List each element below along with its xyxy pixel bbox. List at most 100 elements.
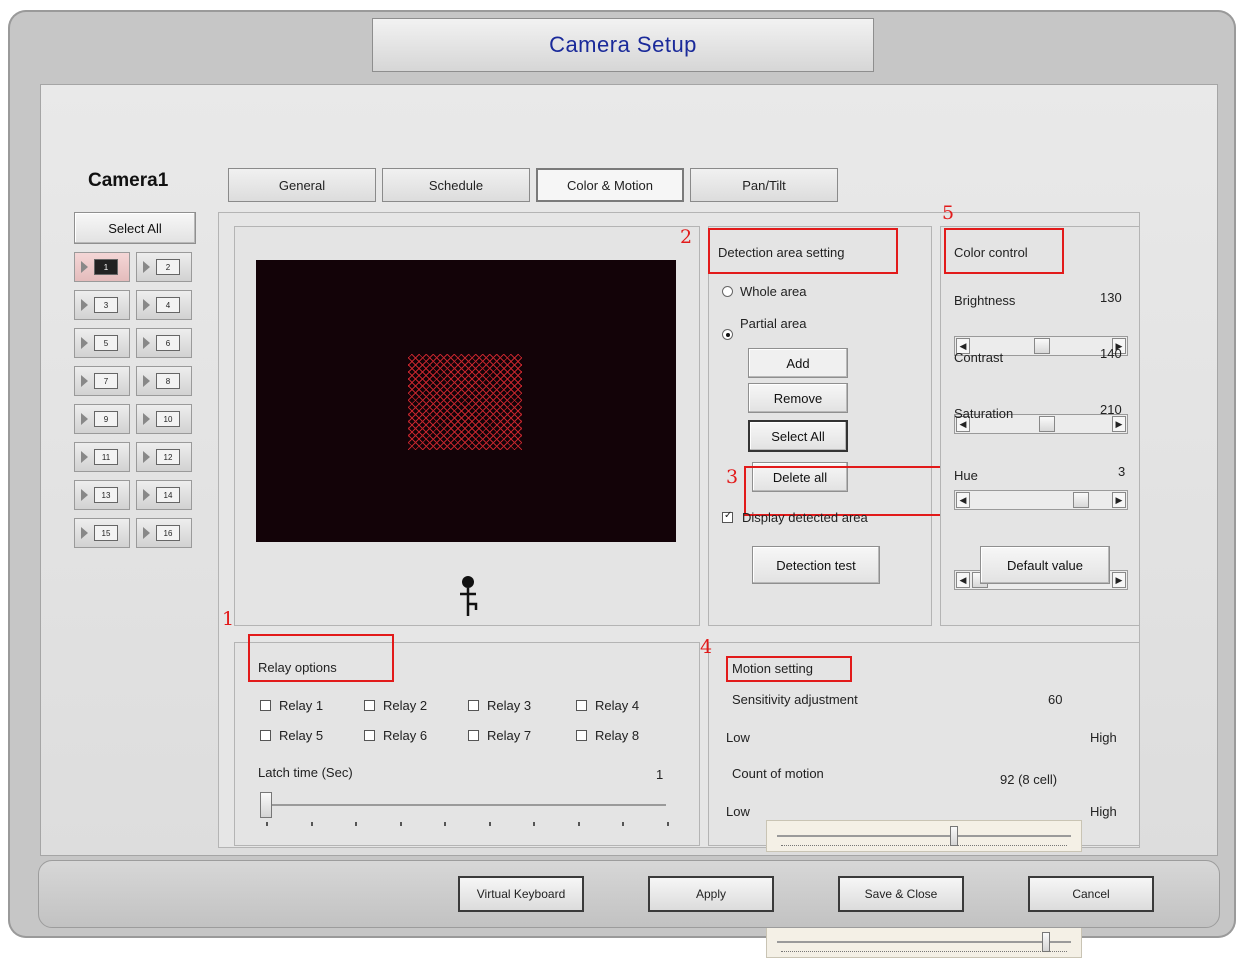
relay-checkbox[interactable] xyxy=(468,730,479,741)
camera-channel-button[interactable]: 9 xyxy=(74,404,130,434)
camera-select-all-button[interactable]: Select All xyxy=(74,212,196,244)
tab-pan-tilt[interactable]: Pan/Tilt xyxy=(690,168,838,202)
contrast-scroll-thumb[interactable] xyxy=(1039,416,1056,432)
motion-heading: Motion setting xyxy=(732,661,813,676)
camera-channel-button[interactable]: 8 xyxy=(136,366,192,396)
relay-checkbox-item[interactable]: Relay 7 xyxy=(468,728,531,743)
camera-channel-button[interactable]: 11 xyxy=(74,442,130,472)
apply-button[interactable]: Apply xyxy=(648,876,774,912)
detection-test-button[interactable]: Detection test xyxy=(752,546,880,584)
checkbox-checked-icon: ✓ xyxy=(722,509,733,523)
sensitivity-knob[interactable] xyxy=(949,826,958,846)
count-ticks xyxy=(781,951,1067,955)
brightness-label: Brightness xyxy=(954,293,1016,308)
saturation-scrollbar[interactable]: ◀ ▶ xyxy=(954,490,1128,510)
annotation-3: 3 xyxy=(726,466,739,488)
sensitivity-track xyxy=(777,835,1071,837)
camera-channel-button[interactable]: 1 xyxy=(74,252,130,282)
remove-area-button[interactable]: Remove xyxy=(748,383,848,413)
whole-area-label: Whole area xyxy=(740,284,807,299)
scroll-right-arrow-icon[interactable]: ▶ xyxy=(1112,416,1126,432)
video-preview[interactable] xyxy=(256,260,676,542)
relay-checkbox[interactable] xyxy=(364,700,375,711)
count-knob[interactable] xyxy=(1041,932,1050,952)
color-control-heading: Color control xyxy=(954,245,1028,260)
relay-checkbox-item[interactable]: Relay 3 xyxy=(468,698,531,713)
camera-channel-button[interactable]: 12 xyxy=(136,442,192,472)
saturation-scroll-thumb[interactable] xyxy=(1072,492,1089,508)
scroll-left-arrow-icon[interactable]: ◀ xyxy=(956,572,970,588)
default-value-button[interactable]: Default value xyxy=(980,546,1110,584)
scroll-right-arrow-icon[interactable]: ▶ xyxy=(1112,572,1126,588)
monitor-icon: 9 xyxy=(94,411,118,427)
save-close-button[interactable]: Save & Close xyxy=(838,876,964,912)
relay-checkbox-item[interactable]: Relay 6 xyxy=(364,728,427,743)
display-detected-checkbox[interactable]: ✓ xyxy=(722,510,736,524)
latch-time-label: Latch time (Sec) xyxy=(258,765,353,780)
relay-checkbox-item[interactable]: Relay 1 xyxy=(260,698,323,713)
cancel-button[interactable]: Cancel xyxy=(1028,876,1154,912)
camera-arrow-icon xyxy=(81,299,88,311)
sensitivity-value: 60 xyxy=(1048,692,1063,707)
camera-channel-button[interactable]: 4 xyxy=(136,290,192,320)
camera-arrow-icon xyxy=(81,337,88,349)
monitor-icon: 2 xyxy=(156,259,180,275)
virtual-keyboard-button[interactable]: Virtual Keyboard xyxy=(458,876,584,912)
monitor-icon: 6 xyxy=(156,335,180,351)
camera-channel-button[interactable]: 15 xyxy=(74,518,130,548)
annotation-4: 4 xyxy=(700,636,713,658)
latch-tick xyxy=(399,822,402,826)
relay-checkbox[interactable] xyxy=(468,700,479,711)
count-high-label: High xyxy=(1090,804,1117,819)
camera-name: Camera1 xyxy=(88,170,169,191)
scroll-left-arrow-icon[interactable]: ◀ xyxy=(956,492,970,508)
camera-channel-button[interactable]: 7 xyxy=(74,366,130,396)
add-area-button[interactable]: Add xyxy=(748,348,848,378)
tab-general[interactable]: General xyxy=(228,168,376,202)
sensitivity-slider[interactable] xyxy=(766,820,1082,852)
scroll-right-arrow-icon[interactable]: ▶ xyxy=(1112,492,1126,508)
camera-channel-button[interactable]: 16 xyxy=(136,518,192,548)
camera-arrow-icon xyxy=(81,527,88,539)
relay-checkbox-item[interactable]: Relay 5 xyxy=(260,728,323,743)
latch-ticks xyxy=(266,822,669,826)
monitor-icon: 4 xyxy=(156,297,180,313)
relay-checkbox[interactable] xyxy=(260,730,271,741)
relay-checkbox[interactable] xyxy=(576,730,587,741)
camera-arrow-icon xyxy=(143,375,150,387)
camera-channel-button[interactable]: 6 xyxy=(136,328,192,358)
camera-channel-button[interactable]: 13 xyxy=(74,480,130,510)
select-all-area-button[interactable]: Select All xyxy=(748,420,848,452)
partial-area-radio[interactable] xyxy=(722,329,733,340)
relay-checkbox-item[interactable]: Relay 2 xyxy=(364,698,427,713)
relay-checkbox-item[interactable]: Relay 8 xyxy=(576,728,639,743)
camera-arrow-icon xyxy=(143,299,150,311)
camera-channel-button[interactable]: 14 xyxy=(136,480,192,510)
camera-channel-button[interactable]: 3 xyxy=(74,290,130,320)
camera-channel-button[interactable]: 2 xyxy=(136,252,192,282)
count-of-motion-slider[interactable] xyxy=(766,926,1082,958)
sensitivity-high-label: High xyxy=(1090,730,1117,745)
tab-color-motion[interactable]: Color & Motion xyxy=(536,168,684,202)
relay-checkbox[interactable] xyxy=(260,700,271,711)
relay-checkbox[interactable] xyxy=(576,700,587,711)
latch-time-slider[interactable] xyxy=(258,790,670,826)
camera-channel-button[interactable]: 5 xyxy=(74,328,130,358)
tab-schedule[interactable]: Schedule xyxy=(382,168,530,202)
sensitivity-label: Sensitivity adjustment xyxy=(732,692,858,707)
sensitivity-ticks xyxy=(781,845,1067,849)
relay-checkbox-item[interactable]: Relay 4 xyxy=(576,698,639,713)
hue-value: 3 xyxy=(1118,464,1126,479)
motion-detection-area[interactable] xyxy=(408,354,522,450)
relay-label: Relay 4 xyxy=(595,698,640,713)
monitor-icon: 8 xyxy=(156,373,180,389)
monitor-icon: 13 xyxy=(94,487,118,503)
relay-label: Relay 2 xyxy=(383,698,428,713)
brightness-scroll-thumb[interactable] xyxy=(1034,338,1051,354)
relay-checkbox[interactable] xyxy=(364,730,375,741)
whole-area-radio[interactable] xyxy=(722,286,733,297)
latch-knob[interactable] xyxy=(260,792,272,818)
monitor-icon: 14 xyxy=(156,487,180,503)
camera-arrow-icon xyxy=(81,375,88,387)
camera-channel-button[interactable]: 10 xyxy=(136,404,192,434)
